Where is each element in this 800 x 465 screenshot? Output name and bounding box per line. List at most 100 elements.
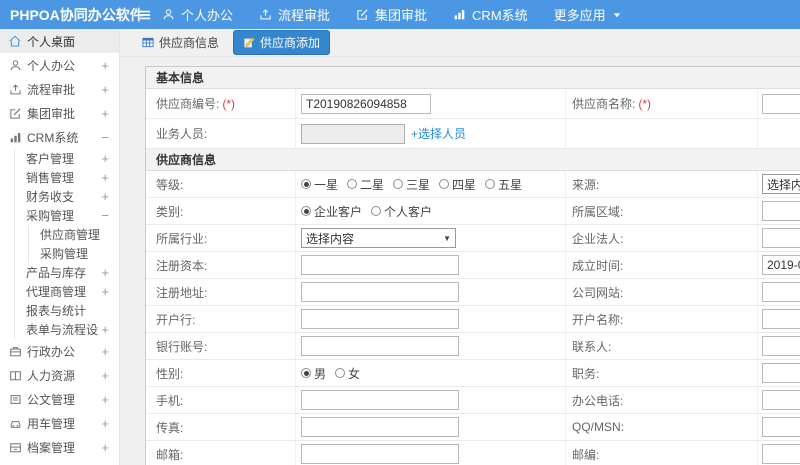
tab-supplier-add[interactable]: 供应商添加: [233, 30, 331, 55]
sidebar-submenu: 客户管理 + 销售管理 + 财务收支 + 采购管理 − 供应商管理 采购管理 产品与库存 + 代理商管理…: [14, 149, 119, 339]
sidebar-item[interactable]: 档案管理 +: [0, 435, 119, 459]
mobile-input[interactable]: [301, 390, 459, 410]
sidebar-item[interactable]: CRM系统 −: [0, 125, 119, 149]
expand-plus-icon[interactable]: +: [101, 368, 109, 383]
flow-icon: [259, 8, 272, 21]
contact-input[interactable]: [762, 336, 800, 356]
office-phone-input[interactable]: [762, 390, 800, 410]
industry-select[interactable]: 选择内容 ▼: [301, 228, 456, 248]
user-icon: [8, 58, 22, 72]
radio-option[interactable]: 企业客户: [301, 203, 362, 220]
bank-account-input[interactable]: [301, 336, 459, 356]
founding-date-input[interactable]: [762, 255, 800, 275]
form-row: 所属行业: 选择内容 ▼ 企业法人:: [146, 225, 800, 252]
expand-plus-icon[interactable]: +: [101, 58, 109, 73]
radio-option[interactable]: 三星: [393, 176, 430, 193]
sidebar-item[interactable]: 财务收支 +: [15, 187, 119, 206]
field-cell: [758, 414, 800, 440]
topbar-item-3[interactable]: 集团审批: [356, 5, 427, 24]
supplier-name-input[interactable]: [762, 93, 800, 114]
email-input[interactable]: [301, 444, 459, 464]
expand-plus-icon[interactable]: +: [101, 344, 109, 359]
sidebar-item[interactable]: 销售管理 +: [15, 168, 119, 187]
radio-option[interactable]: 四星: [439, 176, 476, 193]
bank-input[interactable]: [301, 309, 459, 329]
sidebar-item[interactable]: 个人桌面: [0, 29, 119, 53]
business-staff-input[interactable]: [301, 123, 405, 144]
topbar-item-1[interactable]: 个人办公: [162, 5, 233, 24]
radio-selected-icon[interactable]: [301, 179, 311, 189]
expand-plus-icon[interactable]: +: [101, 151, 109, 166]
main-content: 供应商信息 供应商添加 基本信息供应商编号:(*)供应商名称:(*)业务人员:+…: [120, 29, 800, 465]
radio-icon[interactable]: [347, 179, 358, 189]
registered-address-input[interactable]: [301, 282, 459, 302]
radio-label: 个人客户: [384, 204, 433, 219]
fax-input[interactable]: [301, 417, 459, 437]
expand-plus-icon[interactable]: +: [101, 170, 109, 185]
expand-plus-icon[interactable]: +: [101, 392, 109, 407]
expand-plus-icon[interactable]: +: [101, 189, 109, 204]
radio-option[interactable]: 男: [301, 365, 326, 382]
radio-icon[interactable]: [439, 179, 450, 189]
expand-plus-icon[interactable]: +: [101, 265, 109, 280]
choose-person-link[interactable]: +选择人员: [411, 125, 466, 142]
sidebar-item[interactable]: 用车管理 +: [0, 411, 119, 435]
expand-plus-icon[interactable]: +: [101, 106, 109, 121]
sidebar-item-label: CRM系统: [27, 130, 79, 145]
sidebar-item[interactable]: 报表与统计: [15, 301, 119, 320]
expand-plus-icon[interactable]: +: [101, 416, 109, 431]
sidebar-item-label: 个人桌面: [27, 34, 76, 49]
sidebar-item[interactable]: 供应商管理: [29, 225, 119, 244]
legal-person-input[interactable]: [762, 228, 800, 248]
collapse-minus-icon[interactable]: −: [101, 208, 109, 223]
supplier-code-input[interactable]: [301, 93, 431, 114]
sidebar-item-label: 用车管理: [27, 416, 76, 431]
source-select[interactable]: 选择内容▼: [762, 174, 800, 194]
collapse-minus-icon[interactable]: −: [101, 130, 109, 145]
topbar-item-2[interactable]: 流程审批: [259, 5, 330, 24]
qq-msn-input[interactable]: [762, 417, 800, 437]
expand-plus-icon[interactable]: +: [101, 284, 109, 299]
sidebar-item[interactable]: 个人办公 +: [0, 53, 119, 77]
sidebar-item[interactable]: 人力资源 +: [0, 363, 119, 387]
sidebar-item[interactable]: 集团审批 +: [0, 101, 119, 125]
website-input[interactable]: [762, 282, 800, 302]
topbar-item-5[interactable]: 更多应用: [554, 5, 622, 24]
field-label-cell: 来源:: [566, 171, 758, 197]
sidebar-item[interactable]: 公文管理 +: [0, 387, 119, 411]
expand-plus-icon[interactable]: +: [101, 82, 109, 97]
radio-option[interactable]: 五星: [485, 176, 522, 193]
radio-icon[interactable]: [371, 206, 382, 216]
sidebar-item[interactable]: 产品与库存 +: [15, 263, 119, 282]
radio-option[interactable]: 一星: [301, 176, 338, 193]
tab-supplier-info[interactable]: 供应商信息: [133, 30, 227, 55]
zipcode-input[interactable]: [762, 444, 800, 464]
app-logo: PHPOA协同办公软件: [10, 6, 144, 23]
sidebar-item[interactable]: 行政办公 +: [0, 339, 119, 363]
hamburger-menu-icon[interactable]: [128, 7, 162, 23]
sidebar-item[interactable]: 采购管理: [29, 244, 119, 263]
topbar-nav: 个人办公 流程审批 集团审批 CRM系统 更多应用: [162, 5, 648, 24]
sidebar-item[interactable]: 表单与流程设置+: [15, 320, 119, 339]
expand-plus-icon[interactable]: +: [101, 440, 109, 455]
approve-icon: [356, 8, 369, 21]
expand-plus-icon[interactable]: +: [101, 322, 109, 337]
radio-selected-icon[interactable]: [301, 206, 311, 216]
sidebar-item[interactable]: 代理商管理 +: [15, 282, 119, 301]
registered-capital-input[interactable]: [301, 255, 459, 275]
sidebar-item[interactable]: 流程审批 +: [0, 77, 119, 101]
sidebar-item[interactable]: 客户管理 +: [15, 149, 119, 168]
account-name-input[interactable]: [762, 309, 800, 329]
sidebar-item[interactable]: 采购管理 −: [15, 206, 119, 225]
radio-option[interactable]: 个人客户: [371, 203, 432, 220]
radio-option[interactable]: 二星: [347, 176, 384, 193]
radio-option[interactable]: 女: [335, 365, 360, 382]
region-input[interactable]: [762, 201, 800, 221]
radio-icon[interactable]: [485, 179, 496, 189]
radio-selected-icon[interactable]: [301, 368, 311, 378]
job-title-input[interactable]: [762, 363, 800, 383]
radio-label: 三星: [406, 177, 431, 192]
topbar-item-4[interactable]: CRM系统: [453, 5, 528, 24]
radio-icon[interactable]: [335, 368, 346, 378]
radio-icon[interactable]: [393, 179, 404, 189]
